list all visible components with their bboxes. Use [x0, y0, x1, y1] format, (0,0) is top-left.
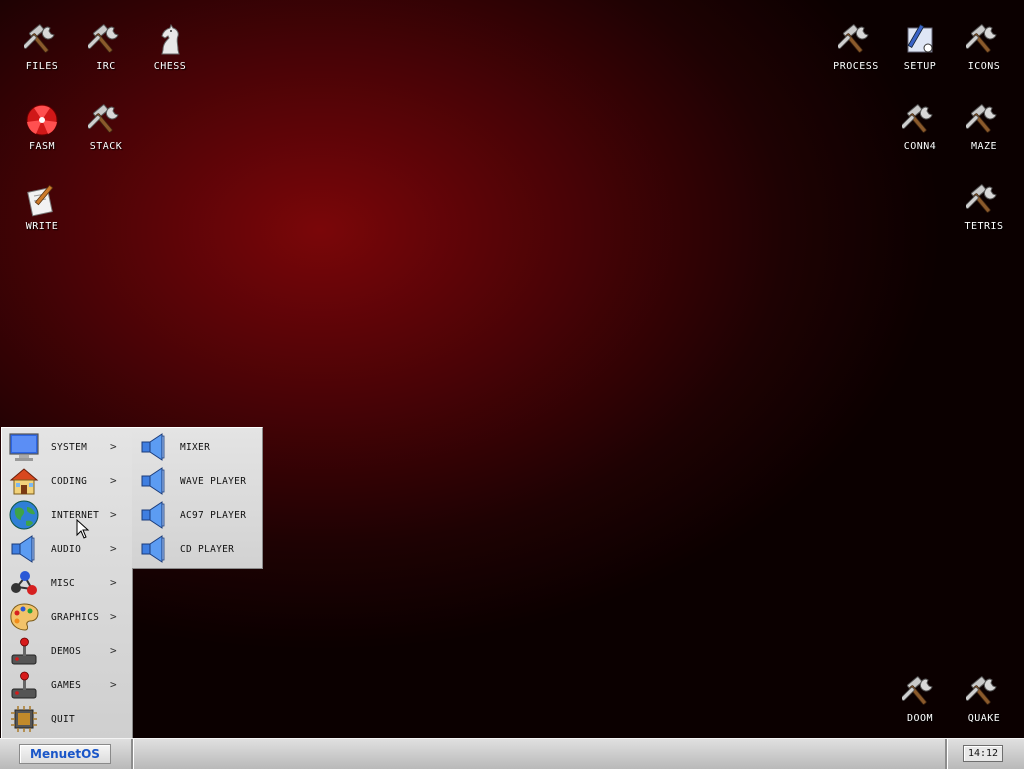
submenu-item-label: CD PLAYER	[180, 544, 235, 555]
menu-item-audio[interactable]: AUDIO >	[2, 532, 132, 566]
monitor-icon	[8, 431, 40, 463]
taskbar: MenuetOS 14:12	[0, 738, 1024, 769]
menu-item-demos[interactable]: DEMOS >	[2, 634, 132, 668]
speaker-icon	[8, 533, 40, 565]
chevron-right-icon: >	[110, 678, 117, 691]
menu-item-label: MISC	[51, 578, 76, 589]
menu-item-label: GRAPHICS	[51, 612, 100, 623]
submenu-item-label: WAVE PLAYER	[180, 476, 247, 487]
write-icon	[24, 182, 60, 218]
menu-item-graphics[interactable]: GRAPHICS >	[2, 600, 132, 634]
speaker-icon	[138, 499, 170, 531]
audio-submenu: MIXER WAVE PLAYER AC97 PLAYER CD PLAYER	[132, 427, 263, 569]
tools-icon	[88, 22, 124, 58]
desktop-icon-label: MAZE	[970, 141, 998, 152]
tools-icon	[966, 22, 1002, 58]
desktop-icon-stack[interactable]: STACK	[74, 80, 138, 152]
chevron-right-icon: >	[110, 644, 117, 657]
tools-icon	[902, 674, 938, 710]
submenu-item-label: AC97 PLAYER	[180, 510, 247, 521]
menu-item-system[interactable]: SYSTEM >	[2, 430, 132, 464]
globe-icon	[8, 499, 40, 531]
desktop-icon-write[interactable]: WRITE	[10, 160, 74, 232]
desktop-icon-irc[interactable]: IRC	[74, 0, 138, 72]
desktop-icon-label: IRC	[96, 61, 116, 72]
menu-item-quit[interactable]: QUIT	[2, 702, 132, 736]
taskbar-divider	[945, 739, 948, 769]
chevron-right-icon: >	[110, 542, 117, 555]
menu-item-games[interactable]: GAMES >	[2, 668, 132, 702]
desktop-icon-label: FILES	[25, 61, 59, 72]
fasm-icon	[24, 102, 60, 138]
chevron-right-icon: >	[110, 440, 117, 453]
clock[interactable]: 14:12	[963, 745, 1003, 762]
desktop-icon-chess[interactable]: CHESS	[138, 0, 202, 72]
submenu-item-wave-player[interactable]: WAVE PLAYER	[132, 464, 262, 498]
tools-icon	[838, 22, 874, 58]
chevron-right-icon: >	[110, 610, 117, 623]
menu-item-label: CODING	[51, 476, 88, 487]
menu-item-internet[interactable]: INTERNET >	[2, 498, 132, 532]
desktop-icon-process[interactable]: PROCESS	[824, 0, 888, 72]
desktop-icon-label: CONN4	[903, 141, 937, 152]
desktop-icon-label: CHESS	[153, 61, 187, 72]
desktop-icon-label: PROCESS	[833, 61, 879, 72]
speaker-icon	[138, 431, 170, 463]
chevron-right-icon: >	[110, 474, 117, 487]
taskbar-divider	[131, 739, 134, 769]
submenu-item-ac97-player[interactable]: AC97 PLAYER	[132, 498, 262, 532]
desktop-icon-icons[interactable]: ICONS	[952, 0, 1016, 72]
desktop-icon-label: STACK	[89, 141, 123, 152]
mouse-cursor-icon	[76, 519, 90, 539]
desktop-icon-conn4[interactable]: CONN4	[888, 80, 952, 152]
house-icon	[8, 465, 40, 497]
tools-icon	[902, 102, 938, 138]
submenu-item-cd-player[interactable]: CD PLAYER	[132, 532, 262, 566]
joystick-icon	[8, 669, 40, 701]
desktop-icon-label: FASM	[28, 141, 56, 152]
chevron-right-icon: >	[110, 508, 117, 521]
tools-icon	[966, 182, 1002, 218]
speaker-icon	[138, 465, 170, 497]
chevron-right-icon: >	[110, 576, 117, 589]
start-button[interactable]: MenuetOS	[19, 744, 111, 764]
desktop-icon-label: DOOM	[906, 713, 934, 724]
desktop-icon-files[interactable]: FILES	[10, 0, 74, 72]
desktop-icon-doom[interactable]: DOOM	[888, 652, 952, 724]
chip-icon	[8, 703, 40, 735]
desktop-icon-setup[interactable]: SETUP	[888, 0, 952, 72]
tools-icon	[966, 102, 1002, 138]
tools-icon	[24, 22, 60, 58]
desktop-icon-maze[interactable]: MAZE	[952, 80, 1016, 152]
menu-item-label: DEMOS	[51, 646, 82, 657]
desktop-icon-label: ICONS	[967, 61, 1001, 72]
menu-item-coding[interactable]: CODING >	[2, 464, 132, 498]
menu-item-label: AUDIO	[51, 544, 82, 555]
tools-icon	[966, 674, 1002, 710]
speaker-icon	[138, 533, 170, 565]
desktop-icon-tetris[interactable]: TETRIS	[952, 160, 1016, 232]
setup-icon	[902, 22, 938, 58]
start-menu: SYSTEM > CODING > INTERNET > AUDIO > MIS…	[1, 427, 133, 738]
submenu-item-label: MIXER	[180, 442, 211, 453]
tools-icon	[88, 102, 124, 138]
desktop-icon-fasm[interactable]: FASM	[10, 80, 74, 152]
submenu-item-mixer[interactable]: MIXER	[132, 430, 262, 464]
palette-icon	[8, 601, 40, 633]
desktop-icon-label: SETUP	[903, 61, 937, 72]
menu-item-label: SYSTEM	[51, 442, 88, 453]
menu-item-label: QUIT	[51, 714, 76, 725]
molecule-icon	[8, 567, 40, 599]
menu-item-misc[interactable]: MISC >	[2, 566, 132, 600]
desktop-icon-quake[interactable]: QUAKE	[952, 652, 1016, 724]
menu-item-label: GAMES	[51, 680, 82, 691]
desktop-icon-label: QUAKE	[967, 713, 1001, 724]
desktop-icon-label: WRITE	[25, 221, 59, 232]
chess-knight-icon	[152, 22, 188, 58]
joystick-icon	[8, 635, 40, 667]
desktop-icon-label: TETRIS	[964, 221, 1004, 232]
